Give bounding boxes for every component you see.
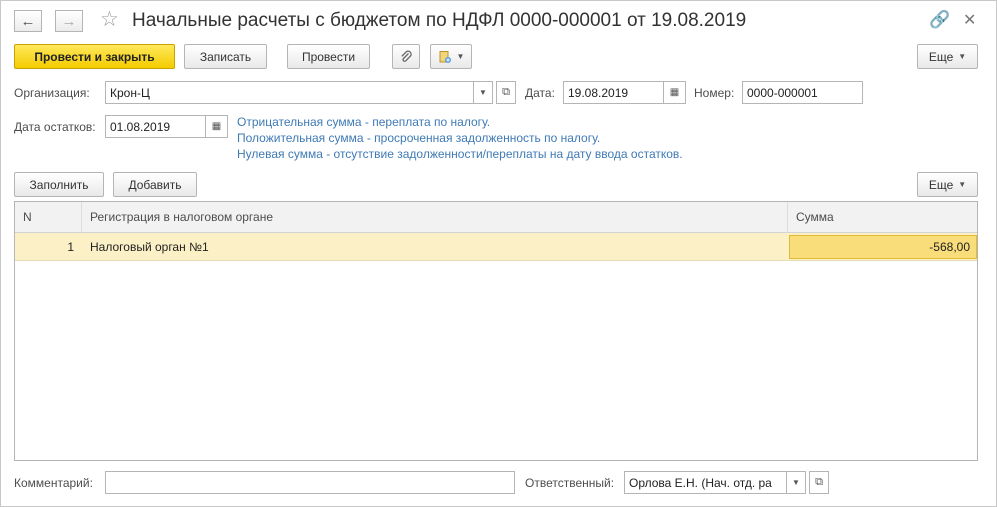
hint-zero-sum: Нулевая сумма - отсутствие задолженности… [237, 147, 683, 161]
table-header: N Регистрация в налоговом органе Сумма [15, 202, 977, 233]
more-button[interactable]: Еще ▼ [917, 44, 978, 69]
responsible-open-button[interactable]: ⧉ [809, 471, 829, 494]
responsible-field[interactable]: Орлова Е.Н. (Нач. отд. ра [624, 471, 787, 494]
column-header-sum[interactable]: Сумма [788, 202, 977, 232]
close-icon[interactable]: ✕ [963, 10, 976, 30]
comment-field[interactable] [105, 471, 515, 494]
comment-label: Комментарий: [14, 476, 93, 490]
paperclip-icon [401, 50, 412, 62]
hint-negative-sum: Отрицательная сумма - переплата по налог… [237, 115, 491, 129]
tax-registration-table[interactable]: N Регистрация в налоговом органе Сумма 1… [14, 201, 978, 461]
number-field[interactable]: 0000-000001 [742, 81, 863, 104]
link-icon[interactable]: 🔗 [929, 10, 950, 30]
hint-positive-sum: Положительная сумма - просроченная задол… [237, 131, 601, 145]
fill-button[interactable]: Заполнить [14, 172, 104, 197]
table-more-button[interactable]: Еще ▼ [917, 172, 978, 197]
calendar-icon: ▦ [211, 121, 222, 132]
arrow-right-icon: → [61, 12, 77, 30]
forward-button[interactable]: → [55, 10, 83, 32]
add-button[interactable]: Добавить [113, 172, 197, 197]
date-field[interactable]: 19.08.2019 [563, 81, 664, 104]
table-row[interactable]: 1 Налоговый орган №1 -568,00 [15, 233, 977, 261]
number-label: Номер: [694, 86, 735, 100]
sum-cell[interactable]: -568,00 [789, 235, 977, 259]
document-window: ← → ☆ Начальные расчеты с бюджетом по НД… [0, 0, 997, 507]
date-label: Дата: [525, 86, 555, 100]
organization-label: Организация: [14, 86, 90, 100]
back-button[interactable]: ← [14, 10, 42, 32]
date-calendar-button[interactable]: ▦ [663, 81, 686, 104]
organization-field[interactable]: Крон-Ц [105, 81, 474, 104]
open-window-icon: ⧉ [815, 476, 823, 488]
favorite-star-icon[interactable]: ☆ [100, 8, 119, 32]
attach-button[interactable] [392, 44, 420, 69]
column-header-registration[interactable]: Регистрация в налоговом органе [82, 202, 788, 232]
calendar-icon: ▦ [669, 87, 680, 98]
balance-date-field[interactable]: 01.08.2019 [105, 115, 206, 138]
chevron-down-icon: ▼ [958, 52, 967, 61]
document-add-icon [439, 50, 451, 63]
responsible-label: Ответственный: [525, 476, 615, 490]
post-button[interactable]: Провести [287, 44, 370, 69]
organization-dropdown-button[interactable]: ▼ [473, 81, 493, 104]
registration-cell[interactable]: Налоговый орган №1 [90, 233, 780, 261]
chevron-down-icon: ▼ [479, 88, 487, 97]
balance-date-calendar-button[interactable]: ▦ [205, 115, 228, 138]
create-based-on-button[interactable]: ▼ [430, 44, 472, 69]
post-and-close-button[interactable]: Провести и закрыть [14, 44, 175, 69]
chevron-down-icon: ▼ [792, 478, 800, 487]
open-window-icon: ⧉ [502, 86, 510, 98]
organization-open-button[interactable]: ⧉ [496, 81, 516, 104]
table-more-button-label: Еще [928, 177, 954, 192]
column-header-n[interactable]: N [15, 202, 82, 232]
page-title: Начальные расчеты с бюджетом по НДФЛ 000… [132, 10, 747, 31]
responsible-dropdown-button[interactable]: ▼ [786, 471, 806, 494]
save-button[interactable]: Записать [184, 44, 267, 69]
balance-date-label: Дата остатков: [14, 120, 96, 134]
chevron-down-icon: ▼ [958, 180, 967, 189]
row-number-cell: 1 [67, 240, 74, 254]
chevron-down-icon: ▼ [456, 52, 465, 61]
arrow-left-icon: ← [20, 12, 36, 30]
more-button-label: Еще [928, 49, 954, 64]
